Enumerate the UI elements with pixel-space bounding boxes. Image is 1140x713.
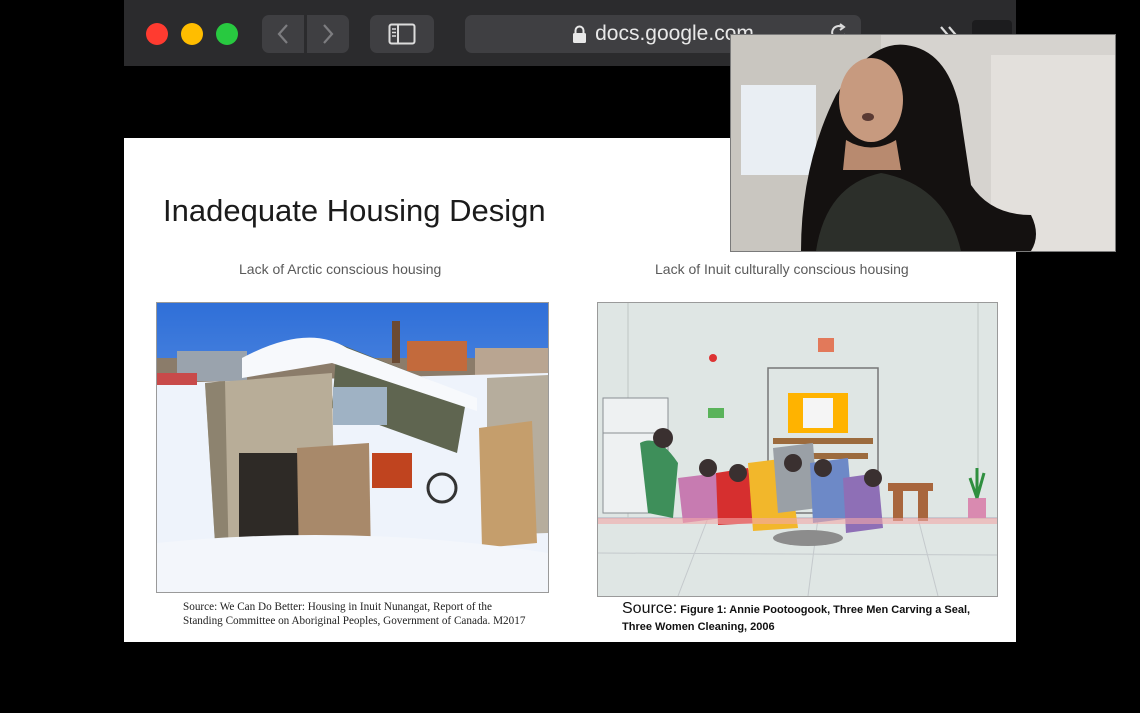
webcam-overlay bbox=[730, 34, 1116, 252]
inuit-drawing-image bbox=[597, 302, 998, 597]
source-citation-right: Source: Figure 1: Annie Pootoogook, Thre… bbox=[622, 600, 1002, 636]
source-label: Source: bbox=[622, 600, 678, 617]
arctic-housing-photo bbox=[156, 302, 549, 593]
close-window-button[interactable] bbox=[146, 23, 168, 45]
sidebar-icon bbox=[388, 23, 416, 45]
source-citation-left: Source: We Can Do Better: Housing in Inu… bbox=[183, 601, 526, 627]
minimize-window-button[interactable] bbox=[181, 23, 203, 45]
slide-title: Inadequate Housing Design bbox=[163, 193, 546, 228]
forward-button[interactable] bbox=[307, 15, 349, 53]
subtitle-right: Lack of Inuit culturally conscious housi… bbox=[655, 261, 909, 277]
back-button[interactable] bbox=[262, 15, 304, 53]
zoom-window-button[interactable] bbox=[216, 23, 238, 45]
subtitle-left: Lack of Arctic conscious housing bbox=[239, 261, 442, 277]
chevron-left-icon bbox=[277, 24, 288, 44]
sidebar-button[interactable] bbox=[370, 15, 434, 53]
chevron-right-icon bbox=[323, 24, 334, 44]
lock-icon bbox=[573, 25, 587, 43]
